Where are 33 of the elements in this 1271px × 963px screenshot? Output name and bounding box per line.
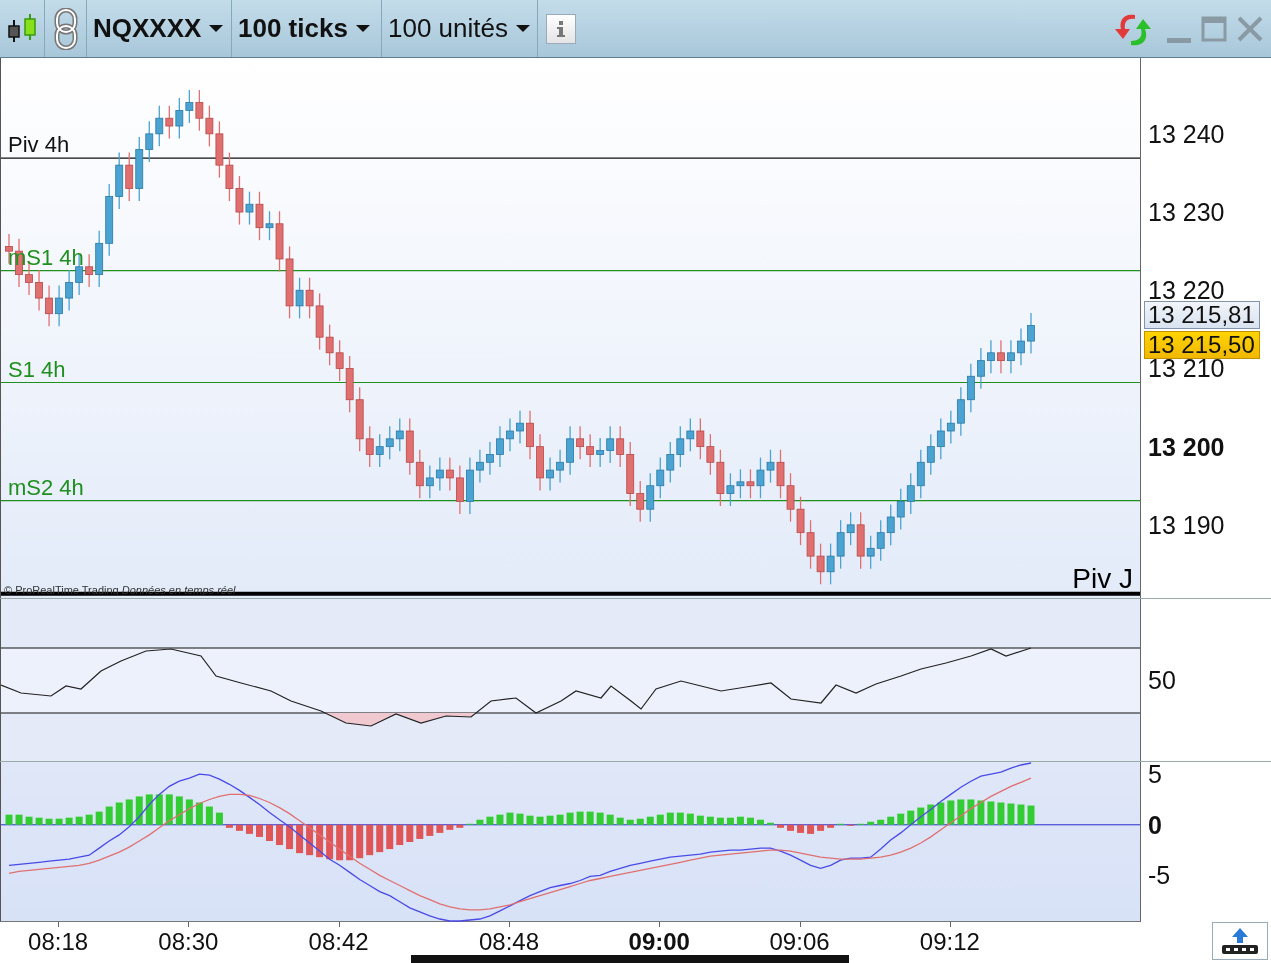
price-axis-label: 13 230 (1148, 199, 1225, 225)
time-axis-label: 08:30 (158, 928, 219, 956)
time-axis-label: 09:06 (769, 928, 830, 956)
level-label: S1 4h (8, 356, 66, 382)
level-label: Piv 4h (8, 132, 70, 158)
time-axis-label: 09:00 (628, 928, 690, 956)
price-axis-label: 13 220 (1148, 277, 1225, 303)
caret-icon (355, 24, 370, 33)
info-icon (554, 19, 568, 38)
upload-icon (1220, 927, 1260, 955)
caret-icon (516, 24, 530, 33)
expand-panel-button[interactable] (1212, 922, 1268, 960)
time-axis-label: 08:42 (308, 928, 369, 956)
level-label: Piv J (1072, 562, 1133, 594)
macd-axis-label: 5 (1148, 761, 1162, 787)
caret-icon (209, 24, 224, 33)
interval-dropdown[interactable]: 100 ticks (232, 0, 382, 57)
time-axis-label: 08:48 (478, 928, 539, 956)
price-axis-label: 13 240 (1148, 121, 1225, 147)
macd-axis-label: -5 (1148, 862, 1171, 888)
quantity-dropdown[interactable]: 100 unités (382, 0, 538, 57)
oscillator-axis-label: 50 (1148, 667, 1176, 693)
price-tag: 13 215,81 (1144, 301, 1260, 329)
chain-link-icon (52, 7, 79, 50)
time-axis-label: 08:18 (28, 928, 89, 956)
price-axis-label: 13 190 (1148, 512, 1225, 538)
time-axis-label: 09:12 (919, 928, 980, 956)
level-label: mS2 4h (8, 474, 84, 500)
macd-axis-label: 0 (1148, 812, 1162, 838)
price-tag: 13 215,50 (1144, 331, 1260, 359)
instrument-dropdown[interactable]: NQXXXX (87, 0, 232, 57)
price-axis-label: 13 200 (1148, 434, 1225, 460)
info-button[interactable] (546, 13, 576, 44)
